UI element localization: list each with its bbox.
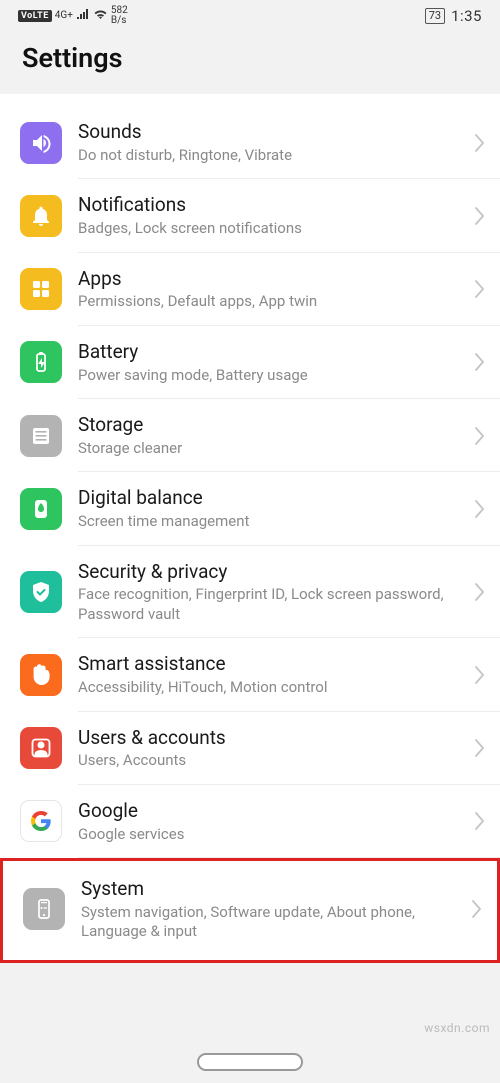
row-subtitle: Screen time management <box>78 512 468 532</box>
wifi-icon <box>93 8 108 24</box>
row-subtitle: Storage cleaner <box>78 439 468 459</box>
digital-balance-icon <box>20 488 62 530</box>
chevron-right-icon <box>474 352 486 372</box>
page-title: Settings <box>22 42 478 74</box>
users-icon <box>20 727 62 769</box>
sounds-icon <box>20 122 62 164</box>
settings-list: SoundsDo not disturb, Ringtone, VibrateN… <box>0 94 500 963</box>
notifications-icon <box>20 195 62 237</box>
volte-badge: VoLTE <box>18 10 52 22</box>
battery-icon <box>20 341 62 383</box>
row-title: Sounds <box>78 120 468 144</box>
chevron-right-icon <box>474 811 486 831</box>
row-title: Digital balance <box>78 486 468 510</box>
battery-indicator: 73 <box>425 8 445 24</box>
row-subtitle: Badges, Lock screen notifications <box>78 219 468 239</box>
row-subtitle: Do not disturb, Ringtone, Vibrate <box>78 146 468 166</box>
row-title: Security & privacy <box>78 560 468 584</box>
row-subtitle: System navigation, Software update, Abou… <box>81 903 465 942</box>
chevron-right-icon <box>474 426 486 446</box>
settings-row-sounds[interactable]: SoundsDo not disturb, Ringtone, Vibrate <box>0 106 500 179</box>
status-right: 73 1:35 <box>425 7 482 25</box>
home-indicator[interactable] <box>197 1053 303 1071</box>
row-title: Apps <box>78 267 468 291</box>
row-subtitle: Face recognition, Fingerprint ID, Lock s… <box>78 585 468 624</box>
apps-icon <box>20 268 62 310</box>
chevron-right-icon <box>474 499 486 519</box>
chevron-right-icon <box>474 582 486 602</box>
chevron-right-icon <box>474 665 486 685</box>
chevron-right-icon <box>474 279 486 299</box>
settings-row-digital-balance[interactable]: Digital balanceScreen time management <box>0 472 500 545</box>
row-title: Users & accounts <box>78 726 468 750</box>
chevron-right-icon <box>474 133 486 153</box>
data-speed: 582 B/s <box>111 6 128 26</box>
google-icon <box>20 800 62 842</box>
row-title: Notifications <box>78 193 468 217</box>
settings-row-security[interactable]: Security & privacyFace recognition, Fing… <box>0 546 500 639</box>
row-title: Battery <box>78 340 468 364</box>
signal-icon <box>76 9 90 24</box>
settings-row-storage[interactable]: StorageStorage cleaner <box>0 399 500 472</box>
settings-row-system[interactable]: SystemSystem navigation, Software update… <box>3 861 497 960</box>
storage-icon <box>20 415 62 457</box>
status-left: VoLTE 4G+ 582 B/s <box>18 6 128 26</box>
settings-row-notifications[interactable]: NotificationsBadges, Lock screen notific… <box>0 179 500 252</box>
page-header: Settings <box>0 28 500 94</box>
settings-row-google[interactable]: GoogleGoogle services <box>0 785 500 858</box>
settings-row-apps[interactable]: AppsPermissions, Default apps, App twin <box>0 253 500 326</box>
row-subtitle: Users, Accounts <box>78 751 468 771</box>
status-bar: VoLTE 4G+ 582 B/s 73 1:35 <box>0 0 500 28</box>
watermark: wsxdn.com <box>424 1021 490 1035</box>
system-icon <box>23 888 65 930</box>
smart-assist-icon <box>20 654 62 696</box>
row-subtitle: Accessibility, HiTouch, Motion control <box>78 678 468 698</box>
settings-row-battery[interactable]: BatteryPower saving mode, Battery usage <box>0 326 500 399</box>
row-subtitle: Permissions, Default apps, App twin <box>78 292 468 312</box>
row-title: Storage <box>78 413 468 437</box>
network-type: 4G+ <box>55 11 73 21</box>
chevron-right-icon <box>474 206 486 226</box>
chevron-right-icon <box>471 899 483 919</box>
row-subtitle: Power saving mode, Battery usage <box>78 366 468 386</box>
row-subtitle: Google services <box>78 825 468 845</box>
security-icon <box>20 571 62 613</box>
settings-row-smart-assist[interactable]: Smart assistanceAccessibility, HiTouch, … <box>0 638 500 711</box>
row-title: Google <box>78 799 468 823</box>
chevron-right-icon <box>474 738 486 758</box>
settings-row-users[interactable]: Users & accountsUsers, Accounts <box>0 712 500 785</box>
row-title: Smart assistance <box>78 652 468 676</box>
row-title: System <box>81 877 465 901</box>
clock: 1:35 <box>451 7 482 25</box>
